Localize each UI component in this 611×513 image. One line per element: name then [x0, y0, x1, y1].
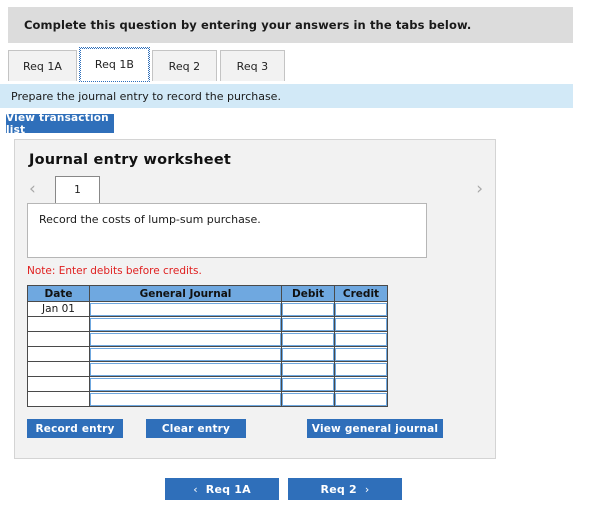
credit-input[interactable]: [335, 392, 387, 406]
worksheet-page-number: 1: [74, 184, 81, 196]
credit-input[interactable]: [335, 377, 387, 391]
cell-date[interactable]: [27, 361, 90, 377]
cell-credit: [334, 331, 388, 347]
cell-credit: [334, 301, 388, 317]
credit-input[interactable]: [335, 347, 387, 361]
cell-credit: [334, 391, 388, 407]
column-header-debit: Debit: [281, 285, 335, 302]
cell-date[interactable]: Jan 01: [27, 301, 90, 317]
cell-general-journal: [89, 331, 282, 347]
cell-general-journal: [89, 346, 282, 362]
general-journal-input[interactable]: [90, 362, 281, 376]
tab-req-1a[interactable]: Req 1A: [8, 50, 77, 81]
cell-debit: [281, 376, 335, 392]
clear-entry-label: Clear entry: [161, 422, 231, 435]
tab-req-2[interactable]: Req 2: [151, 50, 217, 81]
journal-entry-worksheet-panel: Journal entry worksheet ‹ 1 › Record the…: [14, 139, 496, 459]
table-row: [27, 331, 388, 347]
table-row: [27, 361, 388, 377]
general-journal-input[interactable]: [90, 392, 281, 406]
general-journal-input[interactable]: [90, 317, 281, 331]
general-journal-input[interactable]: [90, 302, 281, 316]
debit-input[interactable]: [282, 317, 334, 331]
cell-debit: [281, 301, 335, 317]
worksheet-title: Journal entry worksheet: [29, 152, 231, 168]
column-header-credit: Credit: [334, 285, 388, 302]
view-general-journal-button[interactable]: View general journal: [307, 419, 443, 438]
tab-req-3[interactable]: Req 3: [219, 50, 285, 81]
cell-general-journal: [89, 301, 282, 317]
debit-input[interactable]: [282, 377, 334, 391]
table-row: [27, 316, 388, 332]
clear-entry-button[interactable]: Clear entry: [146, 419, 246, 438]
cell-date[interactable]: [27, 331, 90, 347]
general-journal-input[interactable]: [90, 332, 281, 346]
debit-input[interactable]: [282, 392, 334, 406]
credit-input[interactable]: [335, 302, 387, 316]
nav-next-button[interactable]: Req 2 ›: [288, 478, 402, 500]
requirement-banner: Prepare the journal entry to record the …: [0, 84, 573, 108]
debits-before-credits-note: Note: Enter debits before credits.: [27, 265, 202, 277]
cell-date[interactable]: [27, 316, 90, 332]
table-header-row: Date General Journal Debit Credit: [27, 285, 388, 302]
credit-input[interactable]: [335, 317, 387, 331]
view-transaction-list-button[interactable]: View transaction list: [6, 111, 114, 136]
general-journal-input[interactable]: [90, 347, 281, 361]
tab-req-2-label: Req 2: [168, 59, 201, 73]
debit-input[interactable]: [282, 362, 334, 376]
question-banner-text: Complete this question by entering your …: [24, 18, 472, 32]
chevron-right-icon: ›: [364, 482, 370, 496]
nav-next-label: Req 2: [320, 482, 357, 496]
table-row: [27, 376, 388, 392]
cell-debit: [281, 361, 335, 377]
tab-req-1a-label: Req 1A: [23, 59, 62, 73]
cell-general-journal: [89, 316, 282, 332]
chevron-right-icon[interactable]: ›: [476, 180, 483, 198]
record-entry-label: Record entry: [35, 422, 115, 435]
requirement-banner-text: Prepare the journal entry to record the …: [11, 89, 281, 103]
worksheet-pager: ‹ 1 ›: [27, 176, 485, 204]
chevron-left-icon: ‹: [193, 482, 198, 496]
debit-input[interactable]: [282, 302, 334, 316]
debit-input[interactable]: [282, 347, 334, 361]
record-entry-button[interactable]: Record entry: [27, 419, 123, 438]
view-transaction-list-label: View transaction list: [6, 111, 109, 136]
cell-general-journal: [89, 361, 282, 377]
cell-general-journal: [89, 376, 282, 392]
table-row: Jan 01: [27, 301, 388, 317]
requirement-tab-strip: Req 1A Req 1B Req 2 Req 3: [8, 47, 288, 82]
tab-req-1b-label: Req 1B: [94, 58, 134, 71]
table-row: [27, 346, 388, 362]
cell-debit: [281, 346, 335, 362]
cell-debit: [281, 331, 335, 347]
chevron-left-icon[interactable]: ‹: [29, 180, 36, 198]
tab-req-1b[interactable]: Req 1B: [78, 47, 150, 82]
cell-credit: [334, 316, 388, 332]
general-journal-input[interactable]: [90, 377, 281, 391]
cell-date[interactable]: [27, 376, 90, 392]
cell-debit: [281, 316, 335, 332]
cell-credit: [334, 346, 388, 362]
nav-prev-button[interactable]: ‹ Req 1A: [165, 478, 279, 500]
cell-date[interactable]: [27, 346, 90, 362]
cell-credit: [334, 361, 388, 377]
cell-general-journal: [89, 391, 282, 407]
journal-entry-table: Date General Journal Debit Credit Jan 01: [27, 285, 388, 407]
worksheet-page-tab-1[interactable]: 1: [55, 176, 100, 204]
nav-prev-label: Req 1A: [205, 482, 251, 496]
worksheet-description-text: Record the costs of lump-sum purchase.: [39, 213, 261, 226]
column-header-general-journal: General Journal: [89, 285, 282, 302]
credit-input[interactable]: [335, 332, 387, 346]
tab-req-3-label: Req 3: [236, 59, 269, 73]
cell-credit: [334, 376, 388, 392]
worksheet-description-box: Record the costs of lump-sum purchase.: [27, 203, 427, 258]
column-header-date: Date: [27, 285, 90, 302]
table-row: [27, 391, 388, 407]
cell-debit: [281, 391, 335, 407]
question-banner: Complete this question by entering your …: [8, 7, 573, 43]
debit-input[interactable]: [282, 332, 334, 346]
cell-date[interactable]: [27, 391, 90, 407]
credit-input[interactable]: [335, 362, 387, 376]
view-general-journal-label: View general journal: [311, 422, 439, 435]
